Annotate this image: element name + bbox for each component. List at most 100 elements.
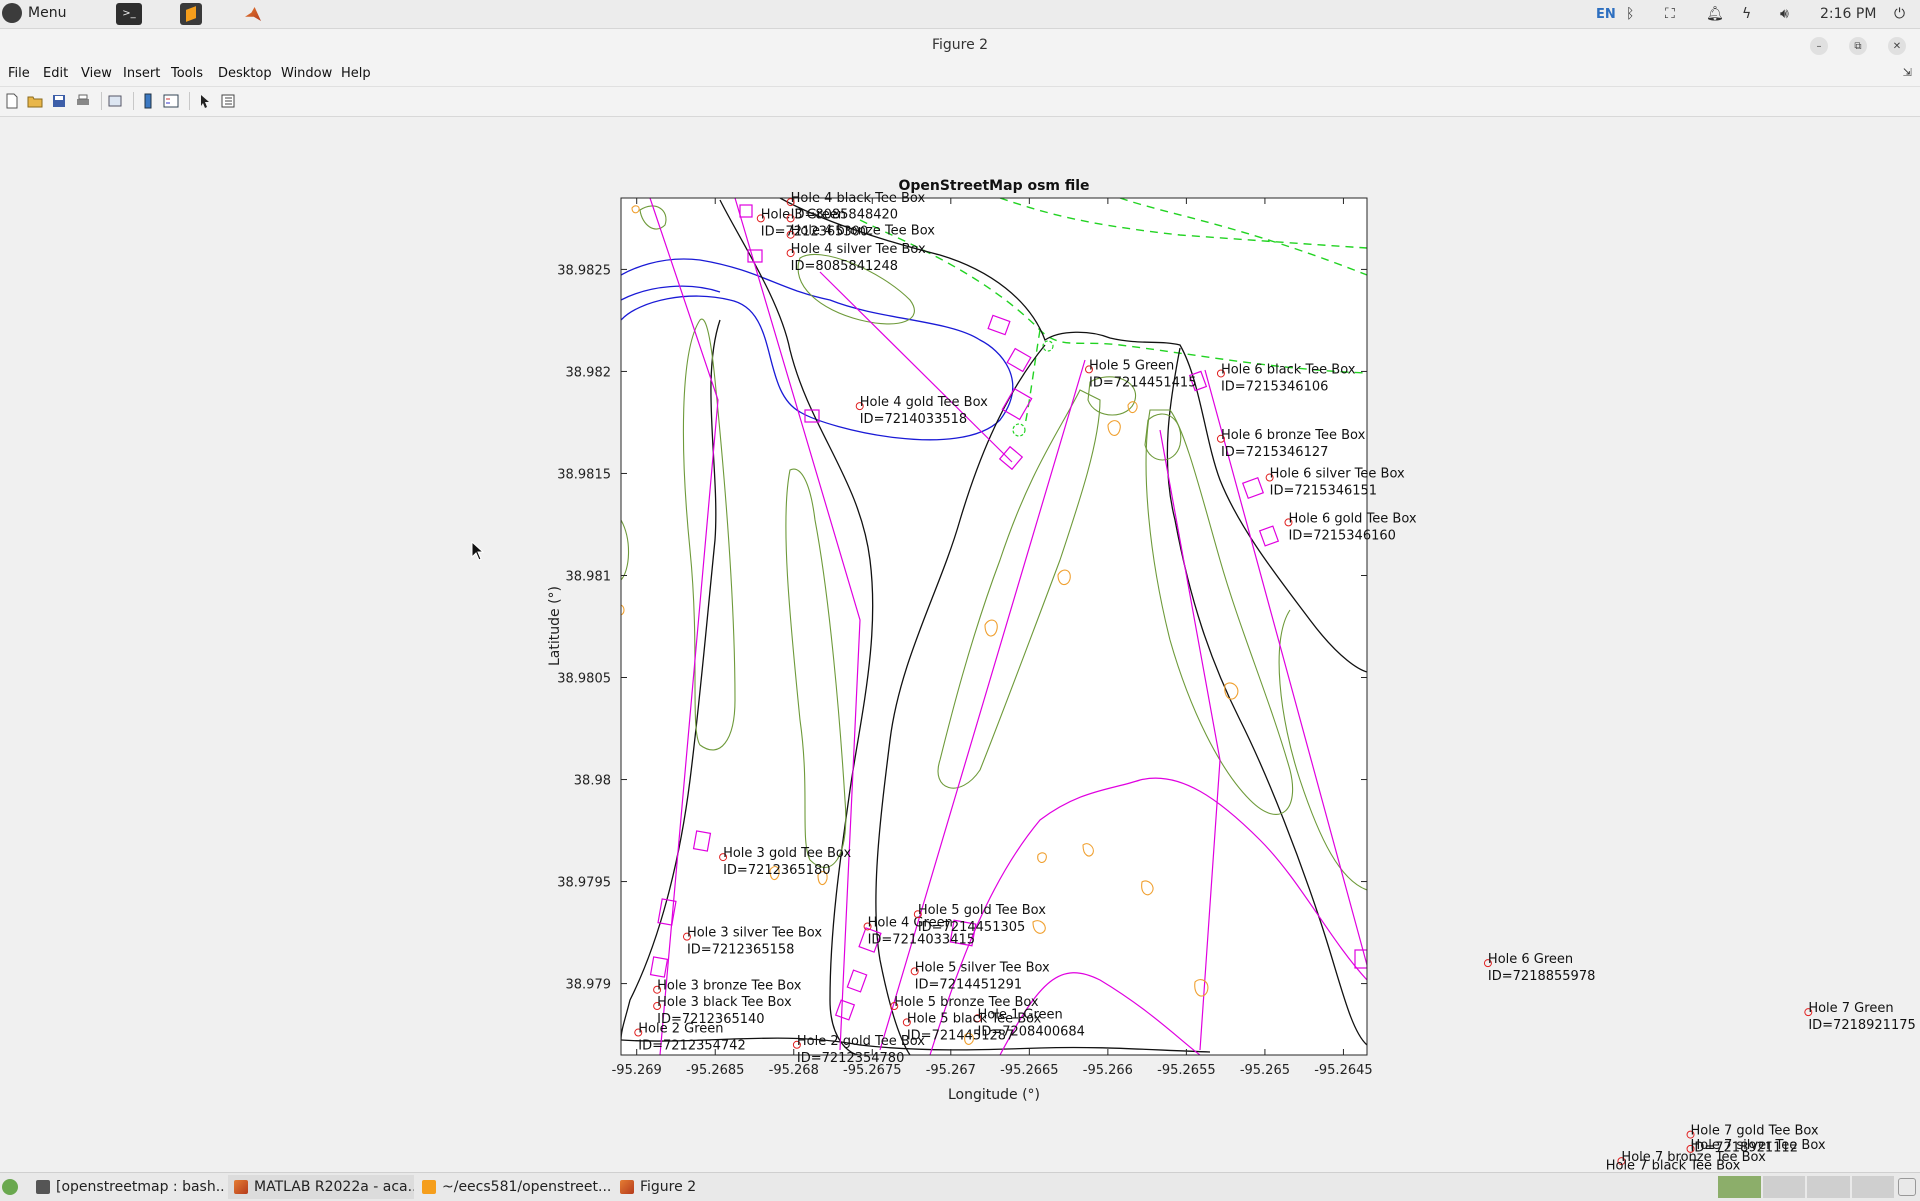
- window-titlebar[interactable]: Figure 2 – ⧉ ✕: [0, 29, 1920, 63]
- y-tick-label: 38.9795: [557, 876, 611, 891]
- y-tick-label: 38.981: [566, 569, 612, 584]
- menu-file[interactable]: File: [8, 66, 30, 81]
- x-tick-label: -95.2645: [1314, 1063, 1372, 1078]
- volume-icon[interactable]: 🔊︎: [1780, 5, 1789, 23]
- toolbar-separator: [133, 92, 134, 110]
- dock-arrow-icon[interactable]: ⇲: [1903, 66, 1912, 79]
- taskbar: [openstreetmap : bash... MATLAB R2022a -…: [0, 1172, 1920, 1201]
- x-tick-label: -95.269: [612, 1063, 662, 1078]
- taskbar-item-label: Figure 2: [640, 1179, 697, 1195]
- power-icon[interactable]: ⏻: [1894, 5, 1905, 23]
- menu-desktop[interactable]: Desktop: [218, 66, 272, 81]
- feature-name-label: Hole 4 gold Tee Box: [860, 395, 988, 410]
- window-title: Figure 2: [931, 37, 989, 53]
- workspace-2[interactable]: [1762, 1176, 1805, 1198]
- feature-name-label: Hole 5 gold Tee Box: [918, 903, 1046, 918]
- sublime-icon: [422, 1180, 436, 1194]
- taskbar-item-label: ~/eecs581/openstreet...: [442, 1179, 612, 1195]
- y-tick-label: 38.979: [566, 978, 612, 993]
- taskbar-item-matlab[interactable]: MATLAB R2022a - aca...: [228, 1175, 414, 1199]
- x-tick-label: -95.2655: [1157, 1063, 1215, 1078]
- network-icon[interactable]: ⛶: [1665, 5, 1675, 23]
- property-inspector-icon[interactable]: [219, 92, 237, 110]
- figure-toolbar: [0, 87, 1920, 117]
- close-button[interactable]: ✕: [1888, 37, 1906, 55]
- osm-map-chart[interactable]: -95.269 -95.2685 -95.268 -95.2675 -95.267 -95…: [0, 117, 1920, 1175]
- feature-id-label: ID=7215346160: [1288, 528, 1395, 543]
- feature-name-label: ID=8085848420: [791, 207, 898, 222]
- link-plot-icon[interactable]: [106, 92, 124, 110]
- minimize-button[interactable]: –: [1810, 37, 1828, 55]
- x-tick-label: -95.266: [1083, 1063, 1133, 1078]
- feature-name-label: Hole 3 silver Tee Box: [687, 926, 822, 941]
- feature-name-label: Hole 3 gold Tee Box: [723, 846, 851, 861]
- terminal-icon: [36, 1180, 50, 1194]
- feature-id-label: ID=7214033518: [860, 412, 967, 427]
- toolbar-separator: [189, 92, 190, 110]
- feature-name-label: Hole 4 silver Tee Box: [791, 242, 926, 257]
- mint-start-icon[interactable]: [2, 1179, 18, 1195]
- save-icon[interactable]: [50, 92, 68, 110]
- print-icon[interactable]: [74, 92, 92, 110]
- workspace-switcher[interactable]: [1718, 1176, 1894, 1198]
- feature-id-label: ID=7212365180: [723, 863, 830, 878]
- maximize-button[interactable]: ⧉: [1849, 37, 1867, 55]
- menu-help[interactable]: Help: [341, 66, 371, 81]
- y-axis-label: Latitude (°): [547, 586, 563, 666]
- new-figure-icon[interactable]: [3, 92, 21, 110]
- figure-canvas[interactable]: -95.269 -95.2685 -95.268 -95.2675 -95.267 -95…: [0, 117, 1920, 1175]
- terminal-icon: >_: [122, 8, 136, 19]
- taskbar-item-sublime[interactable]: ~/eecs581/openstreet...: [416, 1175, 612, 1199]
- insert-colorbar-icon[interactable]: [139, 92, 157, 110]
- taskbar-item-terminal[interactable]: [openstreetmap : bash...: [30, 1175, 226, 1199]
- feature-name-label: Hole 6 gold Tee Box: [1288, 511, 1416, 526]
- feature-id-label: ID=7214451291: [915, 977, 1022, 992]
- sublime-launcher[interactable]: [180, 3, 202, 25]
- bluetooth-icon[interactable]: ᛒ: [1626, 5, 1634, 23]
- menu-tools[interactable]: Tools: [171, 66, 203, 81]
- feature-id-label: ID=7214451305: [918, 920, 1025, 935]
- clock[interactable]: 2:16 PM: [1820, 5, 1876, 23]
- matlab-icon: [245, 7, 261, 21]
- x-axis-label: Longitude (°): [948, 1087, 1040, 1103]
- terminal-launcher[interactable]: >_: [116, 3, 142, 25]
- y-tick-label: 38.982: [566, 365, 612, 380]
- feature-id-label: ID=7215346127: [1221, 445, 1328, 460]
- edit-plot-icon[interactable]: [196, 92, 214, 110]
- chart-title: OpenStreetMap osm file: [898, 178, 1089, 194]
- workspace-3[interactable]: [1807, 1176, 1850, 1198]
- x-tick-label: -95.2685: [686, 1063, 744, 1078]
- matlab-launcher[interactable]: [242, 3, 264, 25]
- feature-id-label: ID=7215346106: [1221, 379, 1328, 394]
- mint-logo-icon: [2, 3, 22, 23]
- mint-menu-button[interactable]: Menu: [2, 3, 66, 23]
- sublime-icon: [186, 6, 196, 22]
- feature-id-label: ID=7212354780: [797, 1051, 904, 1066]
- feature-id-label: ID=7212354742: [638, 1039, 745, 1054]
- workspace-1[interactable]: [1718, 1176, 1761, 1198]
- feature-name-label: Hole 5 silver Tee Box: [915, 960, 1050, 975]
- feature-name-label: Hole 5 Green: [1089, 358, 1174, 373]
- workspace-4[interactable]: [1851, 1176, 1894, 1198]
- taskbar-item-figure[interactable]: Figure 2: [614, 1175, 734, 1199]
- feature-id-label: ID=8085841248: [791, 259, 898, 274]
- matlab-figure-icon: [620, 1180, 634, 1194]
- menu-insert[interactable]: Insert: [123, 66, 160, 81]
- toolbar-separator: [101, 92, 102, 110]
- x-tick-label: -95.265: [1240, 1063, 1290, 1078]
- menu-label: Menu: [28, 5, 67, 21]
- notifications-icon[interactable]: 🔔︎: [1706, 5, 1724, 23]
- menu-window[interactable]: Window: [281, 66, 332, 81]
- taskbar-item-label: [openstreetmap : bash...: [56, 1179, 226, 1195]
- feature-name-label: Hole 7 Green: [1808, 1001, 1893, 1016]
- menu-view[interactable]: View: [81, 66, 112, 81]
- feature-name-label: Hole 7 gold Tee Box: [1691, 1124, 1819, 1139]
- language-indicator[interactable]: EN: [1596, 5, 1616, 23]
- menubar: File Edit View Insert Tools Desktop Wind…: [0, 63, 1920, 87]
- menu-edit[interactable]: Edit: [43, 66, 68, 81]
- power-status-icon[interactable]: ϟ: [1742, 5, 1751, 23]
- y-tick-label: 38.98: [574, 774, 611, 789]
- insert-legend-icon[interactable]: [162, 92, 180, 110]
- show-desktop-icon[interactable]: [1898, 1178, 1916, 1196]
- open-file-icon[interactable]: [26, 92, 44, 110]
